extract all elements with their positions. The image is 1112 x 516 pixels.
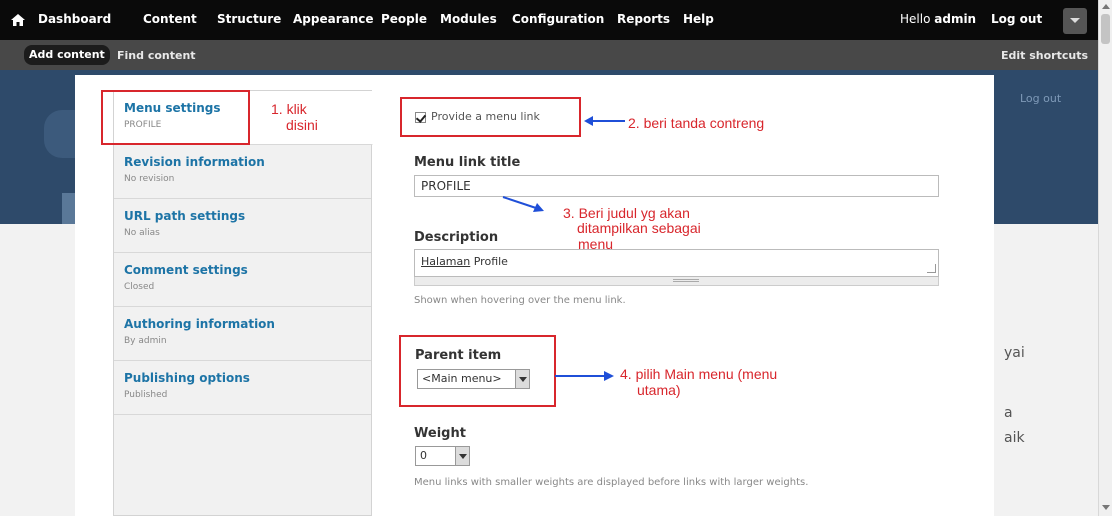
vtab-authoring-information[interactable]: Authoring information By admin xyxy=(114,307,371,361)
toolbar-item-structure[interactable]: Structure xyxy=(217,12,281,26)
vtab-summary: No revision xyxy=(124,174,175,184)
vertical-tabs: Menu settings PROFILE Revision informati… xyxy=(113,90,373,516)
description-textarea[interactable]: Halaman Profile xyxy=(414,249,939,277)
annotation-box-provide-menu-link xyxy=(400,97,581,137)
toolbar-item-help[interactable]: Help xyxy=(683,12,714,26)
description-word: Profile xyxy=(470,255,508,268)
scroll-down-arrow-icon[interactable] xyxy=(1102,505,1110,510)
resize-handle-icon[interactable] xyxy=(927,264,936,273)
select-arrow-icon xyxy=(455,447,469,465)
scrollbar-thumb[interactable] xyxy=(1101,14,1110,44)
vtab-title: Comment settings xyxy=(124,263,248,277)
window-scrollbar[interactable] xyxy=(1098,0,1112,516)
annotation-step1-line2: disini xyxy=(286,117,318,133)
shortcut-bar: Add content Find content Edit shortcuts xyxy=(0,40,1098,70)
vtab-title: Publishing options xyxy=(124,371,250,385)
vtab-url-path-settings[interactable]: URL path settings No alias xyxy=(114,199,371,253)
scroll-up-arrow-icon[interactable] xyxy=(1102,4,1110,9)
annotation-step3-line2: ditampilkan sebagai xyxy=(577,220,701,236)
toolbar-item-modules[interactable]: Modules xyxy=(440,12,497,26)
background-text-fragment: aik xyxy=(1004,430,1025,446)
weight-label: Weight xyxy=(414,426,466,441)
hello-user: Hello admin xyxy=(900,12,976,26)
menu-link-title-input[interactable]: PROFILE xyxy=(414,175,939,197)
annotation-step2: 2. beri tanda contreng xyxy=(628,115,765,131)
toolbar-item-configuration[interactable]: Configuration xyxy=(512,12,604,26)
description-word-underlined: Halaman xyxy=(421,255,471,268)
vtab-title: Authoring information xyxy=(124,317,275,331)
edit-shortcuts-link[interactable]: Edit shortcuts xyxy=(1001,49,1088,62)
background-text-fragment: yai xyxy=(1004,345,1025,361)
vtab-title: URL path settings xyxy=(124,209,246,223)
annotation-step3-line1: 3. Beri judul yg akan xyxy=(563,205,690,221)
vtab-summary: By admin xyxy=(124,336,167,346)
annotation-step4-line2: utama) xyxy=(637,382,681,398)
description-hint: Shown when hovering over the menu link. xyxy=(414,295,626,306)
menu-link-title-label: Menu link title xyxy=(414,155,521,170)
shortcut-add-content[interactable]: Add content xyxy=(24,45,110,65)
background-logout-link: Log out xyxy=(1020,92,1062,105)
admin-toolbar: Dashboard Content Structure Appearance P… xyxy=(0,0,1098,40)
weight-value: 0 xyxy=(420,449,427,462)
vtab-title: Revision information xyxy=(124,155,265,169)
chevron-down-icon xyxy=(1070,18,1080,23)
vtab-summary: No alias xyxy=(124,228,160,238)
toolbar-item-dashboard[interactable]: Dashboard xyxy=(38,12,111,26)
toolbar-item-content[interactable]: Content xyxy=(143,12,197,26)
hello-prefix: Hello xyxy=(900,12,931,26)
vtab-summary: Closed xyxy=(124,282,155,292)
annotation-step4-line1: 4. pilih Main menu (menu xyxy=(620,366,778,382)
annotation-step1-line1: 1. klik xyxy=(271,101,307,117)
logout-link[interactable]: Log out xyxy=(991,12,1042,26)
vtab-publishing-options[interactable]: Publishing options Published xyxy=(114,361,371,415)
annotation-arrow-left-icon xyxy=(584,116,625,126)
hello-username[interactable]: admin xyxy=(934,12,976,26)
annotation-arrow-right-icon xyxy=(555,371,614,381)
annotation-box-menu-settings xyxy=(101,90,250,145)
background-text-fragment: a xyxy=(1004,405,1013,421)
annotation-box-parent-item xyxy=(399,335,556,407)
vtab-revision-information[interactable]: Revision information No revision xyxy=(114,145,371,199)
toolbar-toggle-button[interactable] xyxy=(1063,8,1087,34)
grip-lines-icon xyxy=(673,279,699,282)
weight-select[interactable]: 0 xyxy=(415,446,470,466)
vtab-comment-settings[interactable]: Comment settings Closed xyxy=(114,253,371,307)
description-label: Description xyxy=(414,230,499,245)
annotation-arrow-diagonal-icon xyxy=(502,196,544,212)
annotation-step3-line3: menu xyxy=(578,236,614,252)
home-icon[interactable] xyxy=(8,10,28,30)
shortcut-find-content[interactable]: Find content xyxy=(117,49,196,62)
vtab-summary: Published xyxy=(124,390,168,400)
toolbar-item-appearance[interactable]: Appearance xyxy=(293,12,374,26)
textarea-grippie[interactable] xyxy=(414,277,939,286)
weight-hint: Menu links with smaller weights are disp… xyxy=(414,477,809,488)
toolbar-item-reports[interactable]: Reports xyxy=(617,12,670,26)
toolbar-item-people[interactable]: People xyxy=(381,12,427,26)
